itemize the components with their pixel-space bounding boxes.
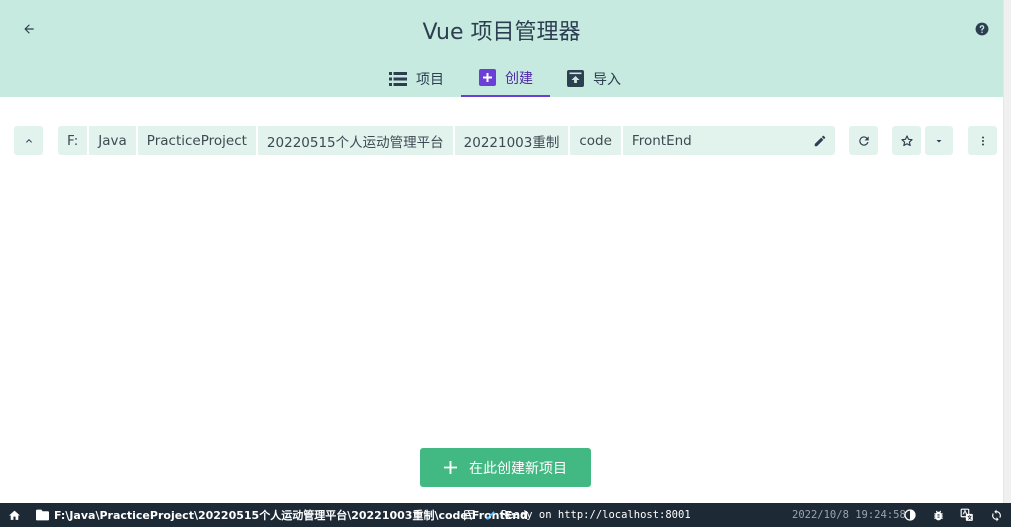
path-segment[interactable]: 20220515个人运动管理平台	[258, 126, 455, 155]
unarchive-icon	[566, 70, 584, 88]
arrow-drop-down-icon	[936, 139, 942, 142]
tab-projects[interactable]: 项目	[389, 60, 449, 97]
path-segment[interactable]: 20221003重制	[455, 126, 571, 155]
home-button[interactable]	[8, 503, 21, 527]
tab-import[interactable]: 导入	[566, 60, 626, 97]
plus-icon	[444, 461, 457, 474]
path-segment[interactable]: code	[570, 126, 623, 155]
tab-create-label: 创建	[505, 70, 533, 87]
path-segment[interactable]: PracticeProject	[138, 126, 258, 155]
translate-button[interactable]	[960, 503, 974, 527]
dark-mode-button[interactable]	[904, 503, 916, 527]
tab-projects-label: 项目	[416, 71, 444, 88]
message-icon	[464, 509, 475, 521]
favorites-dropdown-button[interactable]	[925, 126, 953, 155]
create-project-label: 在此创建新项目	[469, 460, 567, 477]
add-box-icon	[478, 69, 496, 87]
datetime: 2022/10/8 19:24:58	[792, 509, 906, 521]
edit-path-button[interactable]	[805, 126, 835, 155]
home-icon	[9, 510, 20, 520]
create-project-button[interactable]: 在此创建新项目	[420, 448, 591, 487]
log-message: Ready on http://localhost:8001	[501, 509, 691, 521]
tab-bar: 项目 创建 导入	[0, 60, 1003, 97]
star-outline-icon	[900, 134, 913, 146]
log-button[interactable]: Ready on http://localhost:8001	[463, 503, 691, 527]
vertical-scrollbar[interactable]	[1003, 0, 1011, 503]
more-options-button[interactable]	[968, 126, 997, 155]
status-bar: F:\Java\PracticeProject\20220515个人运动管理平台…	[0, 503, 1011, 527]
path-segment[interactable]: Java	[89, 126, 138, 155]
brush-icon	[485, 510, 495, 520]
path-segment[interactable]: FrontEnd	[623, 126, 701, 155]
tab-create[interactable]: 创建	[461, 60, 550, 97]
app: Vue 项目管理器 项目 创建 导入 F: Java PracticeProje…	[0, 0, 1011, 527]
list-icon	[389, 70, 407, 88]
tab-import-label: 导入	[593, 71, 621, 88]
help-button[interactable]	[970, 17, 994, 41]
report-bug-button[interactable]	[932, 503, 945, 527]
help-icon	[975, 22, 989, 36]
contrast-icon	[904, 509, 916, 521]
chevron-up-icon	[25, 138, 32, 143]
folder-icon	[36, 509, 49, 521]
header: Vue 项目管理器 项目 创建 导入	[0, 0, 1003, 97]
refresh-button[interactable]	[849, 126, 878, 155]
folder-path-bar: F: Java PracticeProject 20220515个人运动管理平台…	[58, 126, 835, 155]
current-path-button[interactable]: F:\Java\PracticeProject\20220515个人运动管理平台…	[36, 503, 528, 527]
pencil-icon	[814, 135, 826, 146]
parent-folder-button[interactable]	[14, 126, 43, 155]
current-path-text: F:\Java\PracticeProject\20220515个人运动管理平台…	[54, 509, 528, 522]
page-title: Vue 项目管理器	[422, 20, 581, 45]
sync-icon	[992, 509, 1001, 521]
refresh-icon	[858, 135, 869, 146]
path-segment[interactable]: F:	[58, 126, 90, 155]
refresh-data-button[interactable]	[990, 503, 1003, 527]
bug-icon	[934, 510, 943, 520]
more-vert-icon	[981, 136, 984, 145]
translate-icon	[960, 508, 973, 521]
favorite-button[interactable]	[892, 126, 921, 155]
